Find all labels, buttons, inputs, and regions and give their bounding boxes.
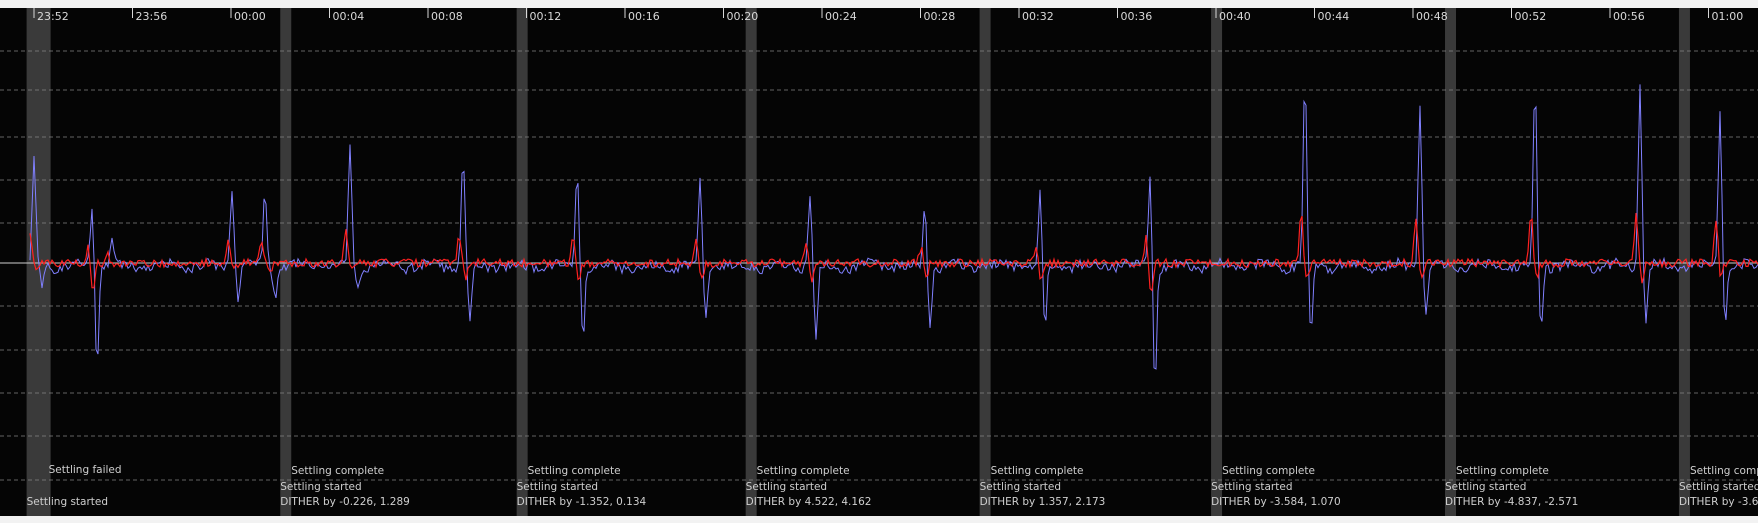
event-label: Settling complete xyxy=(991,465,1084,477)
event-label: DITHER by -3.6 xyxy=(1679,496,1758,508)
x-tick-label: 00:28 xyxy=(924,10,956,23)
event-label: Settling complete xyxy=(528,465,621,477)
x-tick-label: 00:32 xyxy=(1022,10,1054,23)
event-label: Settling started xyxy=(280,481,361,493)
guide-chart: 23:52 23:56 00:00 00:04 00:08 00:12 00:16 00:20… xyxy=(0,8,1758,516)
event-label: Settling complete xyxy=(291,465,384,477)
event-label: Settling started xyxy=(1445,481,1526,493)
event-label: DITHER by -0.226, 1.289 xyxy=(280,496,410,508)
event-label: Settling started xyxy=(1679,481,1758,493)
guide-graph: 23:52 23:56 00:00 00:04 00:08 00:12 00:16 00:20… xyxy=(0,8,1758,516)
x-tick-label: 00:44 xyxy=(1318,10,1350,23)
event-label: DITHER by -1.352, 0.134 xyxy=(517,496,647,508)
event-label: DITHER by -4.837, -2.571 xyxy=(1445,496,1578,508)
event-label: DITHER by 4.522, 4.162 xyxy=(746,496,872,508)
x-tick-label: 23:56 xyxy=(136,10,168,23)
event-label: Settling complete xyxy=(1456,465,1549,477)
x-tick-label: 00:20 xyxy=(727,10,759,23)
x-tick-label: 01:00 xyxy=(1712,10,1744,23)
x-tick-label: 00:04 xyxy=(333,10,365,23)
event-label: Settling complete xyxy=(1690,465,1758,477)
x-tick-label: 23:52 xyxy=(37,10,69,23)
dither-band xyxy=(1678,8,1690,516)
x-tick-label: 00:24 xyxy=(825,10,857,23)
event-label: DITHER by 1.357, 2.173 xyxy=(980,496,1106,508)
event-label: DITHER by -3.584, 1.070 xyxy=(1211,496,1341,508)
event-label: Settling failed xyxy=(49,464,122,476)
x-tick-label: 00:00 xyxy=(234,10,266,23)
x-tick-label: 00:56 xyxy=(1613,10,1645,23)
event-label: Settling started xyxy=(746,481,827,493)
x-tick-label: 00:36 xyxy=(1121,10,1153,23)
x-tick-label: 00:52 xyxy=(1515,10,1547,23)
event-label: Settling complete xyxy=(757,465,850,477)
x-tick-label: 00:48 xyxy=(1416,10,1448,23)
event-label: Settling complete xyxy=(1222,465,1315,477)
x-tick-label: 00:12 xyxy=(530,10,562,23)
x-tick-label: 00:16 xyxy=(628,10,660,23)
x-tick-label: 00:40 xyxy=(1219,10,1251,23)
event-label: Settling started xyxy=(517,481,598,493)
event-label: Settling started xyxy=(27,496,108,508)
x-tick-label: 00:08 xyxy=(431,10,463,23)
dither-band xyxy=(1211,8,1223,516)
event-label: Settling started xyxy=(980,481,1061,493)
event-label: Settling started xyxy=(1211,481,1292,493)
